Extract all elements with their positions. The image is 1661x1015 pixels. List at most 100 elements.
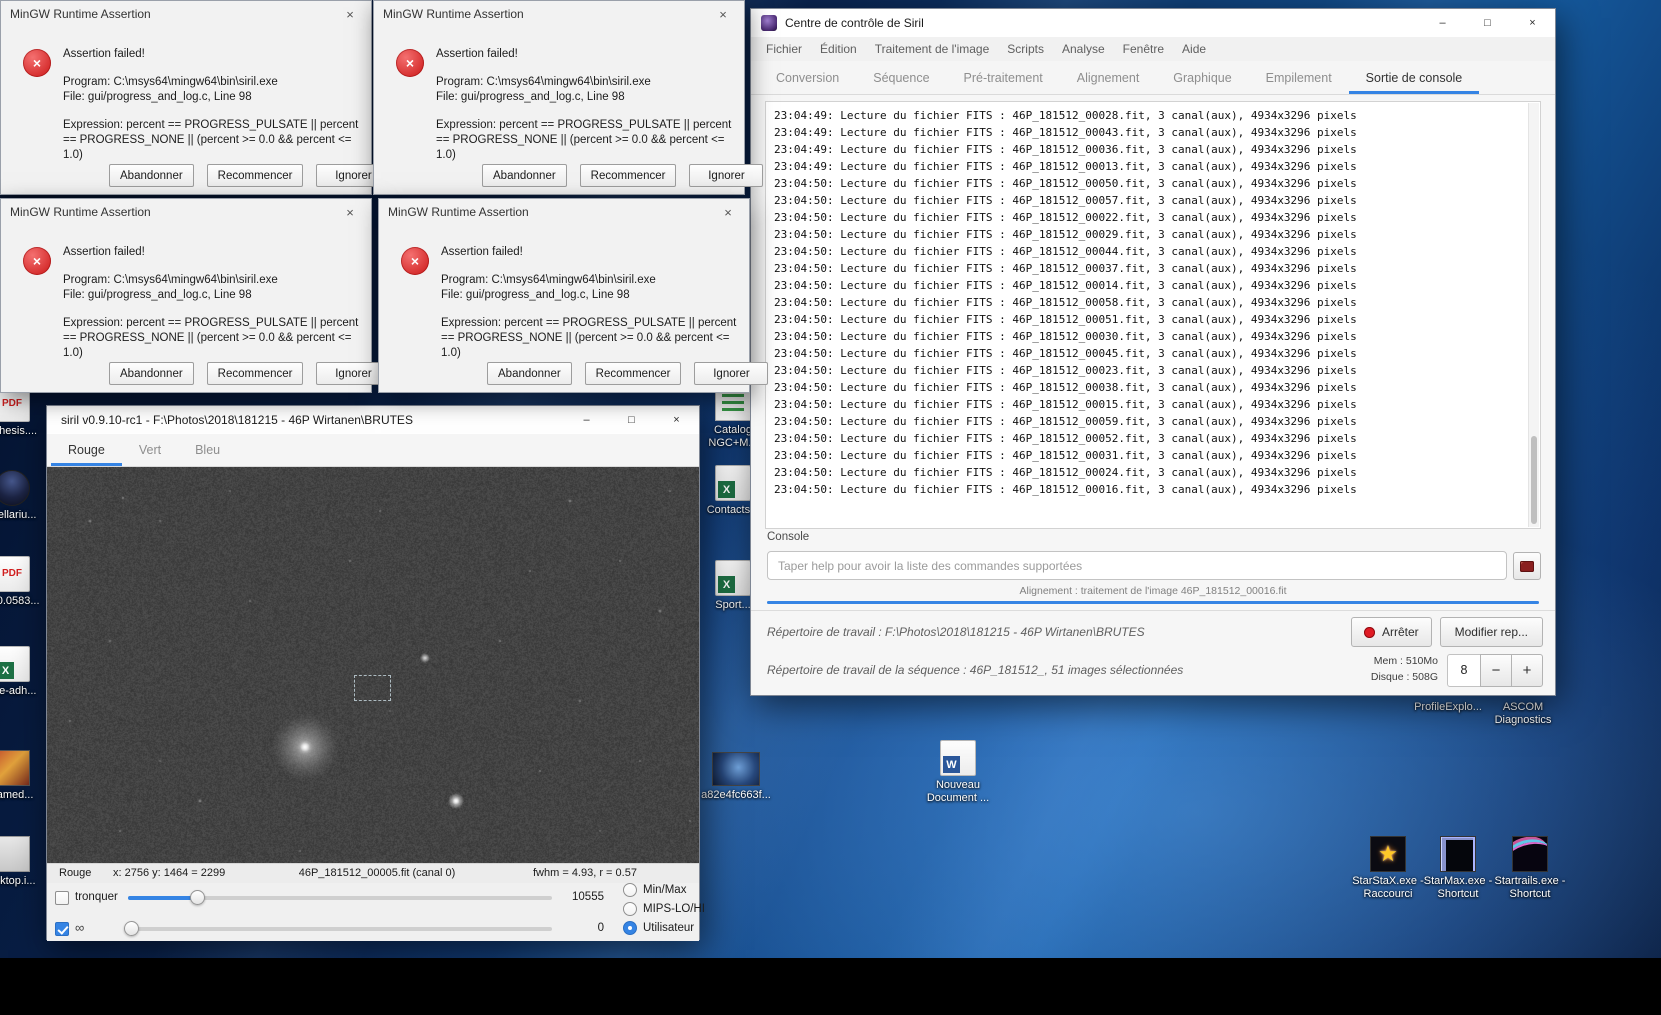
tab-bleu[interactable]: Bleu <box>178 434 237 466</box>
ignore-button[interactable]: Ignorer <box>689 164 763 187</box>
menu-item[interactable]: Fichier <box>757 37 811 61</box>
taskbar[interactable] <box>0 958 1661 1015</box>
console-line: 23:04:50: Lecture du fichier FITS : 46P_… <box>774 430 1520 447</box>
desktop-icon-pdf-710[interactable]: PDF 710.0583... <box>0 556 48 608</box>
console-line: 23:04:50: Lecture du fichier FITS : 46P_… <box>774 175 1520 192</box>
desktop-icon-label: Nouveau Document ... <box>918 779 998 805</box>
desktop-icon-ascom[interactable]: ASCOM Diagnostics <box>1480 698 1566 727</box>
abort-button[interactable]: Abandonner <box>482 164 567 187</box>
retry-button[interactable]: Recommencer <box>580 164 677 187</box>
image-statusbar: Rouge x: 2756 y: 1464 = 2299 46P_181512_… <box>47 863 699 883</box>
close-icon[interactable]: × <box>707 199 749 225</box>
minimize-button[interactable]: – <box>1420 9 1465 37</box>
radio-minmax[interactable] <box>623 883 637 897</box>
lo-level-checkbox[interactable] <box>55 922 69 936</box>
slider-knob[interactable] <box>190 890 205 905</box>
stop-button[interactable]: Arrêter <box>1351 617 1432 647</box>
console-line: 23:04:50: Lecture du fichier FITS : 46P_… <box>774 345 1520 362</box>
menu-item[interactable]: Analyse <box>1053 37 1114 61</box>
status-coordinates: x: 2756 y: 1464 = 2299 <box>113 867 225 879</box>
minimize-button[interactable]: – <box>564 406 609 434</box>
scrollbar-thumb[interactable] <box>1531 436 1537 524</box>
selection-rectangle <box>354 675 391 701</box>
abort-button[interactable]: Abandonner <box>109 362 194 385</box>
dialog-body: Assertion failed! Program: C:\msys64\min… <box>441 245 741 361</box>
menu-item[interactable]: Aide <box>1173 37 1215 61</box>
tab-rouge[interactable]: Rouge <box>51 434 122 466</box>
error-icon: × <box>23 247 51 275</box>
desktop-icon-pdf-thesis[interactable]: PDF t_thesis.... <box>0 386 48 438</box>
spin-plus-button[interactable]: + <box>1511 654 1543 687</box>
console-line: 23:04:50: Lecture du fichier FITS : 46P_… <box>774 481 1520 498</box>
menu-item[interactable]: Traitement de l'image <box>866 37 999 61</box>
desktop-icon-starstax[interactable]: ★ StarStaX.exe - Raccourci <box>1348 836 1428 901</box>
tab-pretraitement[interactable]: Pré-traitement <box>947 61 1060 94</box>
tab-graphique[interactable]: Graphique <box>1156 61 1248 94</box>
tab-vert[interactable]: Vert <box>122 434 178 466</box>
maximize-button[interactable]: □ <box>609 406 654 434</box>
radio-minmax-label: Min/Max <box>643 884 686 896</box>
radio-utilisateur[interactable] <box>623 921 637 935</box>
lo-level-slider[interactable] <box>128 927 552 931</box>
dialog-body: Assertion failed! Program: C:\msys64\min… <box>63 245 363 361</box>
maximize-button[interactable]: □ <box>1465 9 1510 37</box>
menu-item[interactable]: Scripts <box>998 37 1053 61</box>
desktop-icon-startrails[interactable]: Startrails.exe - Shortcut <box>1492 836 1568 901</box>
hi-level-slider[interactable] <box>128 896 552 900</box>
stellarium-icon <box>0 470 30 506</box>
desktop-icon-word-nouveau[interactable]: W Nouveau Document ... <box>918 740 998 805</box>
desktop-icon-label: esktop.i... <box>0 875 48 888</box>
retry-button[interactable]: Recommencer <box>207 362 304 385</box>
close-icon[interactable]: × <box>329 199 371 225</box>
desktop-icon-label: StarMax.exe - Shortcut <box>1420 875 1496 901</box>
image-thumbnail-icon <box>0 750 30 786</box>
console-line: 23:04:50: Lecture du fichier FITS : 46P_… <box>774 447 1520 464</box>
close-button[interactable]: × <box>1510 9 1555 37</box>
desktop-icon-file-esktop[interactable]: esktop.i... <box>0 836 48 888</box>
console-scrollbar[interactable] <box>1528 103 1539 527</box>
command-input[interactable] <box>767 551 1507 580</box>
desktop-icon-starmax[interactable]: StarMax.exe - Shortcut <box>1420 836 1496 901</box>
menu-item[interactable]: Fenêtre <box>1114 37 1173 61</box>
excel-icon: X <box>0 646 30 682</box>
error-icon: × <box>396 49 424 77</box>
retry-button[interactable]: Recommencer <box>207 164 304 187</box>
close-button[interactable]: × <box>654 406 699 434</box>
spin-minus-button[interactable]: − <box>1480 654 1512 687</box>
word-icon: W <box>940 740 976 776</box>
ignore-button[interactable]: Ignorer <box>694 362 768 385</box>
tab-sortie-de-console[interactable]: Sortie de console <box>1349 61 1480 94</box>
desktop-icon-label: named... <box>0 789 48 802</box>
thread-count-value[interactable]: 8 <box>1447 654 1481 687</box>
dialog-title: MinGW Runtime Assertion <box>10 205 151 219</box>
console-line: 23:04:50: Lecture du fichier FITS : 46P_… <box>774 413 1520 430</box>
close-icon[interactable]: × <box>702 1 744 27</box>
image-display-area[interactable] <box>47 467 699 863</box>
close-icon[interactable]: × <box>329 1 371 27</box>
expression-line: Expression: percent == PROGRESS_PULSATE … <box>63 316 363 361</box>
command-console-button[interactable] <box>1513 552 1541 580</box>
dialog-title: MinGW Runtime Assertion <box>388 205 529 219</box>
file-line: File: gui/progress_and_log.c, Line 98 <box>441 288 741 303</box>
tab-alignement[interactable]: Alignement <box>1060 61 1157 94</box>
console-lines: 23:04:49: Lecture du fichier FITS : 46P_… <box>768 104 1526 526</box>
abort-button[interactable]: Abandonner <box>487 362 572 385</box>
radio-mips[interactable] <box>623 902 637 916</box>
tab-empilement[interactable]: Empilement <box>1249 61 1349 94</box>
desktop-icon-image-a82e[interactable]: a82e4fc663f... <box>700 752 772 802</box>
link-levels-icon[interactable]: ∞ <box>75 920 84 935</box>
slider-knob[interactable] <box>124 921 139 936</box>
console-output[interactable]: 23:04:49: Lecture du fichier FITS : 46P_… <box>765 101 1541 529</box>
desktop-icon-image-named[interactable]: named... <box>0 750 48 802</box>
desktop-icon-stellarium[interactable]: Stellariu... <box>0 470 48 522</box>
desktop-icon-excel-adh[interactable]: X che-adh... <box>0 646 48 698</box>
truncate-checkbox[interactable] <box>55 891 69 905</box>
menu-item[interactable]: Édition <box>811 37 866 61</box>
astro-image-canvas[interactable] <box>47 467 699 863</box>
tab-sequence[interactable]: Séquence <box>856 61 946 94</box>
tab-conversion[interactable]: Conversion <box>759 61 856 94</box>
abort-button[interactable]: Abandonner <box>109 164 194 187</box>
retry-button[interactable]: Recommencer <box>585 362 682 385</box>
dialog-body: Assertion failed! Program: C:\msys64\min… <box>63 47 363 163</box>
modify-workdir-button[interactable]: Modifier rep... <box>1440 617 1543 647</box>
